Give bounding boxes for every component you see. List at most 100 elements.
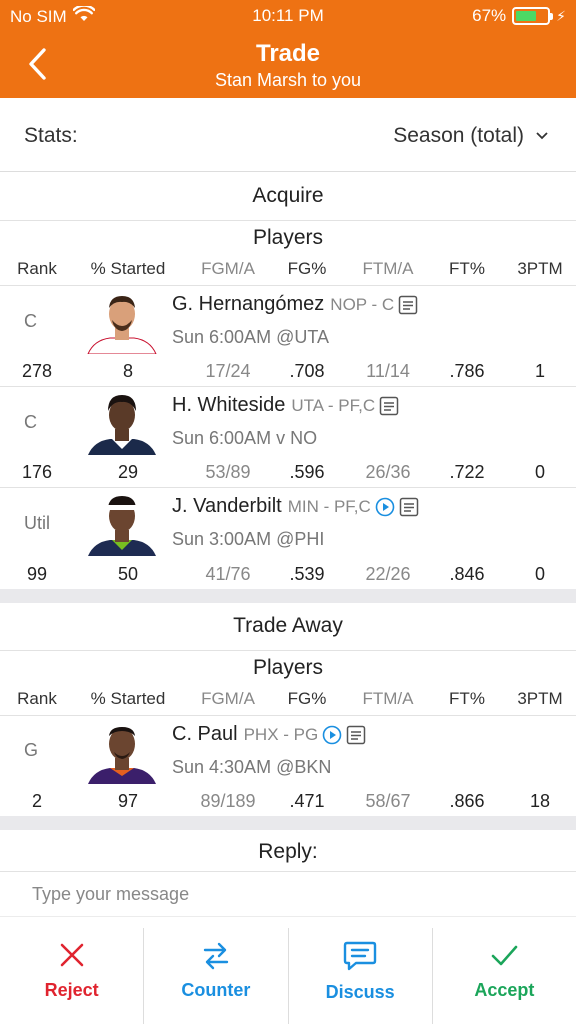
col-ftpct: FT% xyxy=(449,689,485,708)
stat-rank: 176 xyxy=(21,462,53,482)
stat-fgpct: .596 xyxy=(289,462,325,482)
discuss-label: Discuss xyxy=(325,982,395,1002)
col-3ptm: 3PTM xyxy=(517,259,563,278)
counter-label: Counter xyxy=(181,980,251,1000)
discuss-button[interactable]: Discuss xyxy=(289,928,433,1024)
stat-3ptm: 0 xyxy=(534,462,545,482)
status-bar: No SIM 10:11 PM 67% ⚡ xyxy=(0,0,576,34)
player-game-info: Sun 3:00AM @PHI xyxy=(172,529,325,549)
reject-label: Reject xyxy=(44,980,99,1000)
stat-fgma: 53/89 xyxy=(205,462,251,482)
stat-fgma: 41/76 xyxy=(205,564,251,584)
acquire-players-heading: Players xyxy=(252,226,324,249)
col-fgma: FGM/A xyxy=(201,689,255,708)
chat-icon xyxy=(343,941,377,971)
close-icon xyxy=(60,943,83,967)
acquire-title: Acquire xyxy=(252,184,324,207)
check-icon xyxy=(492,945,518,966)
stat-3ptm: 1 xyxy=(534,361,545,381)
player-game-info: Sun 6:00AM @UTA xyxy=(172,327,329,347)
stat-fgma: 89/189 xyxy=(200,791,256,811)
stat-3ptm: 18 xyxy=(529,791,551,811)
section-divider xyxy=(0,589,576,603)
col-rank: Rank xyxy=(17,689,57,708)
counter-button[interactable]: Counter xyxy=(144,928,289,1024)
col-fgpct: FG% xyxy=(287,689,327,708)
video-play-icon[interactable] xyxy=(375,497,395,517)
nav-header: No SIM 10:11 PM 67% ⚡ Trade Stan Marsh t… xyxy=(0,0,576,98)
stats-label: Stats: xyxy=(24,124,78,147)
charging-icon: ⚡ xyxy=(556,7,566,24)
stats-dropdown[interactable]: Season (total) xyxy=(393,124,548,148)
stat-fgpct: .471 xyxy=(289,791,325,811)
player-team-position: NOP - C xyxy=(330,294,395,314)
player-game-info: Sun 4:30AM @BKN xyxy=(172,757,332,777)
player-avatar xyxy=(86,490,158,556)
col-started: % Started xyxy=(90,689,166,708)
notes-icon[interactable] xyxy=(346,725,366,745)
col-rank: Rank xyxy=(17,259,57,278)
col-ftpct: FT% xyxy=(449,259,485,278)
stat-started: 8 xyxy=(122,361,133,381)
video-play-icon[interactable] xyxy=(322,725,342,745)
stat-rank: 278 xyxy=(21,361,53,381)
reject-button[interactable]: Reject xyxy=(0,928,145,1024)
player-team-position: PHX - PG xyxy=(243,724,319,744)
stat-ftma: 11/14 xyxy=(366,361,410,381)
notes-icon[interactable] xyxy=(399,497,419,517)
col-fgpct: FG% xyxy=(287,259,327,278)
stat-ftpct: .786 xyxy=(449,361,485,381)
player-game-info: Sun 6:00AM v NO xyxy=(172,428,318,448)
stat-ftma: 26/36 xyxy=(365,462,411,482)
roster-slot: Util xyxy=(24,513,50,533)
player-avatar xyxy=(86,718,158,784)
stat-ftpct: .722 xyxy=(449,462,485,482)
col-fgma: FGM/A xyxy=(201,259,255,278)
stat-ftpct: .866 xyxy=(449,791,485,811)
stats-selector-row: Stats: Season (total) xyxy=(0,98,576,172)
player-name[interactable]: C. Paul xyxy=(172,723,238,746)
action-bar: Reject Counter Discuss Accept xyxy=(0,928,576,1024)
stat-started: 50 xyxy=(117,564,139,584)
page-subtitle: Stan Marsh to you xyxy=(214,70,362,90)
stat-ftma: 22/26 xyxy=(365,564,411,584)
reply-title: Reply: xyxy=(258,840,318,863)
stats-selected-value: Season (total) xyxy=(393,124,524,147)
swap-icon xyxy=(203,942,229,970)
trade-away-title: Trade Away xyxy=(233,614,343,637)
section-divider xyxy=(0,816,576,830)
player-team-position: UTA - PF,C xyxy=(291,395,376,415)
col-3ptm: 3PTM xyxy=(517,689,563,708)
battery-percent: 67% xyxy=(472,6,507,25)
col-ftma: FTM/A xyxy=(362,259,414,278)
player-name[interactable]: H. Whiteside xyxy=(172,394,285,417)
roster-slot: C xyxy=(24,412,37,432)
roster-slot: G xyxy=(24,740,39,760)
stat-rank: 99 xyxy=(26,564,48,584)
notes-icon[interactable] xyxy=(379,396,399,416)
stat-fgpct: .708 xyxy=(289,361,325,381)
page-title: Trade xyxy=(255,40,321,67)
stat-rank: 2 xyxy=(31,791,42,811)
stat-started: 29 xyxy=(117,462,139,482)
player-avatar xyxy=(86,288,158,354)
stat-fgma: 17/24 xyxy=(205,361,251,381)
reply-message-input[interactable]: Type your message xyxy=(32,884,189,905)
stat-fgpct: .539 xyxy=(289,564,325,584)
col-ftma: FTM/A xyxy=(362,689,414,708)
player-name[interactable]: J. Vanderbilt xyxy=(172,495,282,518)
notes-icon[interactable] xyxy=(398,295,418,315)
accept-label: Accept xyxy=(474,980,535,1000)
stat-ftma: 58/67 xyxy=(365,791,411,811)
chevron-down-icon xyxy=(536,132,548,140)
player-name[interactable]: G. Hernangómez xyxy=(172,293,324,316)
battery-icon xyxy=(512,7,554,25)
trade-away-players-heading: Players xyxy=(252,656,324,679)
roster-slot: C xyxy=(24,311,37,331)
stat-started: 97 xyxy=(117,791,139,811)
accept-button[interactable]: Accept xyxy=(433,928,576,1024)
stat-3ptm: 0 xyxy=(534,564,545,584)
stat-ftpct: .846 xyxy=(449,564,485,584)
player-avatar xyxy=(86,389,158,455)
col-started: % Started xyxy=(90,259,166,278)
